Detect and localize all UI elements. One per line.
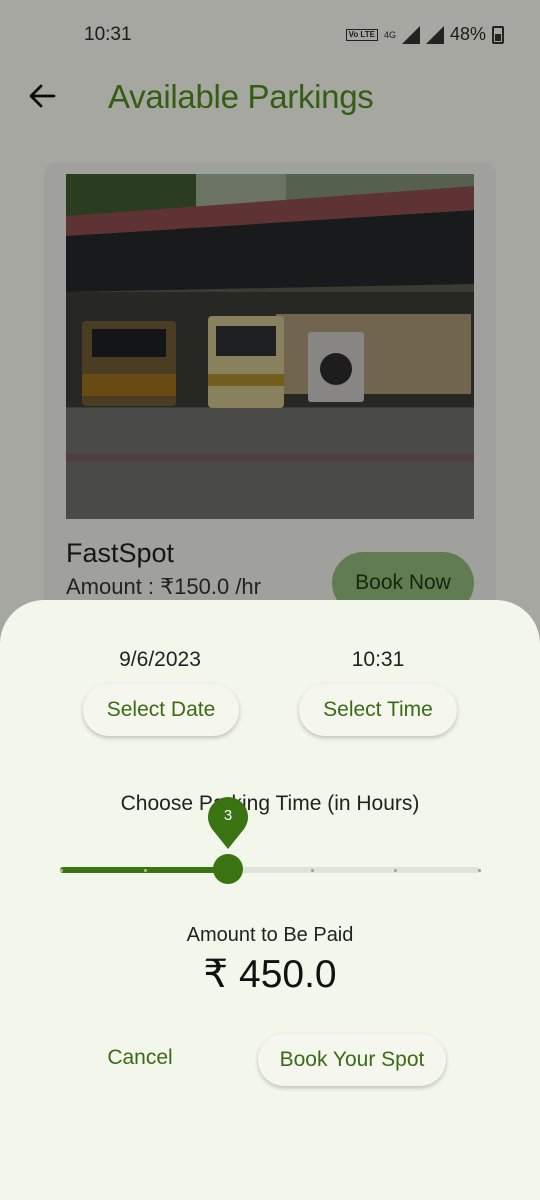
slider-value-label: 3: [223, 807, 233, 824]
slider-tick: [477, 869, 481, 872]
select-date-button[interactable]: Select Date: [83, 684, 239, 736]
slider-tick: [394, 869, 397, 872]
slider-tick: [143, 869, 147, 872]
select-time-button[interactable]: Select Time: [299, 684, 457, 736]
amount-to-pay-label: Amount to Be Paid: [186, 924, 354, 946]
slider-tick: [60, 869, 63, 872]
booking-bottom-sheet: 9/6/2023 10:31 Select Date Select Time C…: [0, 600, 540, 1200]
hours-slider-track[interactable]: [60, 867, 481, 873]
hours-slider-thumb[interactable]: [213, 854, 243, 884]
selected-date: 9/6/2023: [119, 648, 201, 671]
slider-tick: [310, 869, 314, 872]
amount-to-pay-value: ₹ 450.0: [203, 953, 337, 996]
cancel-button[interactable]: Cancel: [92, 1046, 188, 1070]
selected-time: 10:31: [351, 648, 405, 671]
parking-time-label: Choose Parking Time (in Hours): [120, 792, 420, 815]
book-your-spot-button[interactable]: Book Your Spot: [258, 1034, 446, 1086]
